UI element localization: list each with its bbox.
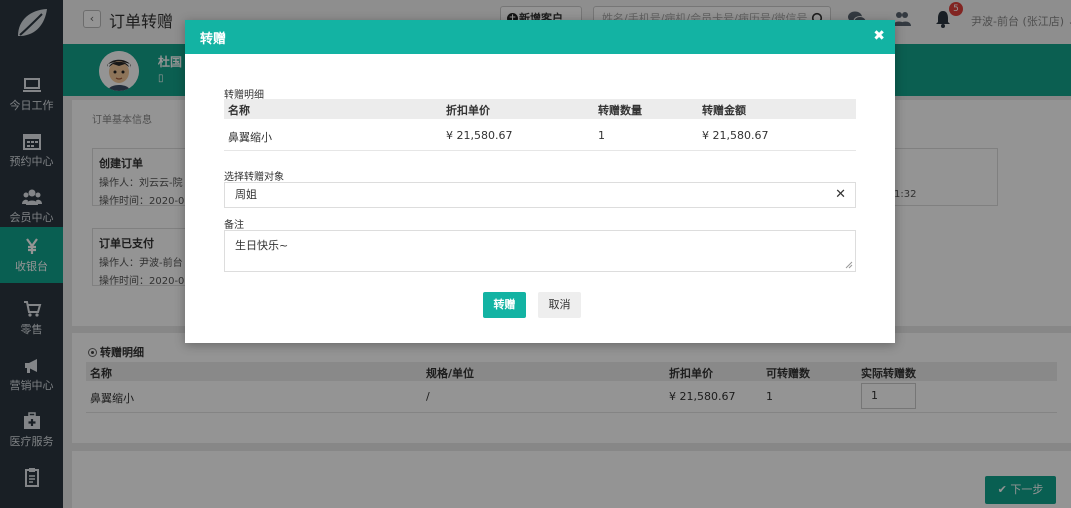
modal-table-row: 鼻翼缩小 ¥ 21,580.67 1 ¥ 21,580.67 bbox=[224, 121, 856, 151]
target-label: 选择转赠对象 bbox=[224, 172, 284, 183]
close-icon[interactable]: ✖ bbox=[873, 28, 885, 44]
confirm-transfer-button[interactable]: 转赠 bbox=[483, 292, 526, 318]
column-header: 名称 bbox=[228, 104, 250, 117]
cell-qty: 1 bbox=[598, 129, 605, 142]
modal-header: 转赠 ✖ bbox=[185, 20, 895, 54]
remark-label: 备注 bbox=[224, 220, 244, 231]
cell-amount: ¥ 21,580.67 bbox=[702, 129, 769, 142]
remark-value: 生日快乐~ bbox=[235, 239, 289, 252]
remark-textarea[interactable]: 生日快乐~ bbox=[224, 230, 856, 272]
column-header: 转赠数量 bbox=[598, 104, 642, 117]
transfer-target-select[interactable]: 周姐 ✕ bbox=[224, 182, 856, 208]
column-header: 折扣单价 bbox=[446, 104, 490, 117]
clear-icon[interactable]: ✕ bbox=[835, 183, 846, 207]
modal-table-header: 名称 折扣单价 转赠数量 转赠金额 bbox=[224, 99, 856, 119]
transfer-target-value: 周姐 bbox=[235, 188, 257, 201]
modal-title: 转赠 bbox=[200, 32, 227, 47]
transfer-modal: 转赠 ✖ 转赠明细 名称 折扣单价 转赠数量 转赠金额 鼻翼缩小 ¥ 21,58… bbox=[185, 20, 895, 343]
cancel-button[interactable]: 取消 bbox=[538, 292, 581, 318]
column-header: 转赠金额 bbox=[702, 104, 746, 117]
resize-handle-icon[interactable] bbox=[845, 261, 853, 269]
cell-price: ¥ 21,580.67 bbox=[446, 129, 513, 142]
cell-name: 鼻翼缩小 bbox=[228, 131, 272, 144]
